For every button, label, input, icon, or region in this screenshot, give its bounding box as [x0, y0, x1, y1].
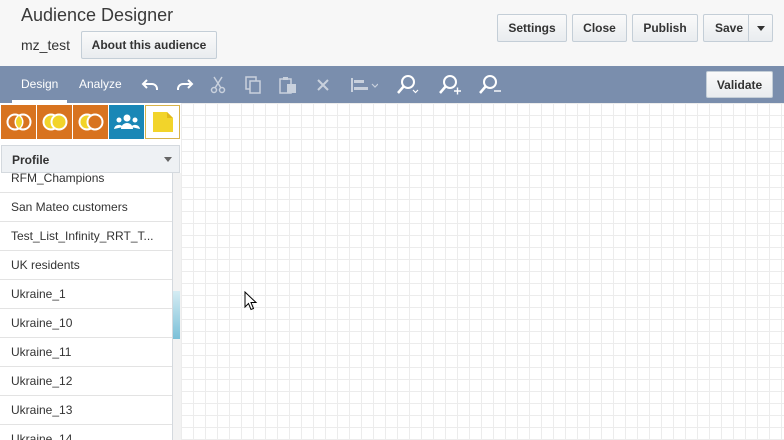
design-canvas[interactable] [181, 103, 784, 440]
save-button[interactable]: Save [703, 14, 773, 42]
page-header: Audience Designer mz_test About this aud… [0, 0, 784, 66]
list-item[interactable]: San Mateo customers [0, 193, 172, 222]
list-item[interactable]: Ukraine_14 [0, 425, 172, 440]
chevron-down-icon [164, 157, 172, 162]
component-palette [0, 103, 181, 141]
settings-button[interactable]: Settings [497, 14, 567, 42]
designer-toolbar: Design Analyze Validate [0, 66, 784, 103]
paste-icon[interactable] [278, 75, 298, 95]
tab-analyze[interactable]: Analyze [79, 77, 122, 91]
exclude-icon[interactable] [73, 105, 108, 139]
mouse-pointer-icon [244, 290, 258, 316]
copy-icon[interactable] [243, 75, 263, 95]
zoom-in-icon[interactable] [438, 75, 462, 95]
align-icon[interactable] [350, 75, 378, 95]
profile-scroll-thumb[interactable] [173, 291, 180, 339]
page-title: Audience Designer [21, 5, 174, 25]
profile-dropdown[interactable]: Profile [1, 145, 180, 173]
redo-icon[interactable] [175, 75, 195, 95]
list-item[interactable]: RFM_Champions [0, 173, 172, 193]
audience-name: mz_test [21, 37, 71, 53]
about-audience-button[interactable]: About this audience [81, 31, 217, 59]
chevron-down-icon [756, 25, 765, 31]
zoom-out-icon[interactable] [478, 75, 502, 95]
profile-dropdown-label: Profile [12, 153, 50, 167]
list-item[interactable]: Ukraine_1 [0, 280, 172, 309]
save-options-dropdown[interactable] [748, 15, 772, 41]
list-item[interactable]: Test_List_Infinity_RRT_T... [0, 222, 172, 251]
cut-icon[interactable] [208, 75, 228, 95]
note-icon[interactable] [145, 105, 180, 139]
save-button-label: Save [715, 21, 744, 35]
list-item[interactable]: UK residents [0, 251, 172, 280]
delete-icon[interactable] [313, 75, 333, 95]
undo-icon[interactable] [140, 75, 160, 95]
list-item[interactable]: Ukraine_12 [0, 367, 172, 396]
publish-button[interactable]: Publish [632, 14, 698, 42]
zoom-fit-icon[interactable] [396, 75, 420, 95]
validate-button[interactable]: Validate [706, 71, 773, 98]
profile-list: RFM_Champions San Mateo customers Test_L… [0, 173, 173, 440]
union-icon[interactable] [37, 105, 72, 139]
list-item[interactable]: Ukraine_11 [0, 338, 172, 367]
tab-design[interactable]: Design [21, 77, 58, 91]
close-button[interactable]: Close [572, 14, 627, 42]
list-item[interactable]: Ukraine_10 [0, 309, 172, 338]
list-item[interactable]: Ukraine_13 [0, 396, 172, 425]
segment-users-icon[interactable] [109, 105, 144, 139]
intersect-icon[interactable] [1, 105, 36, 139]
